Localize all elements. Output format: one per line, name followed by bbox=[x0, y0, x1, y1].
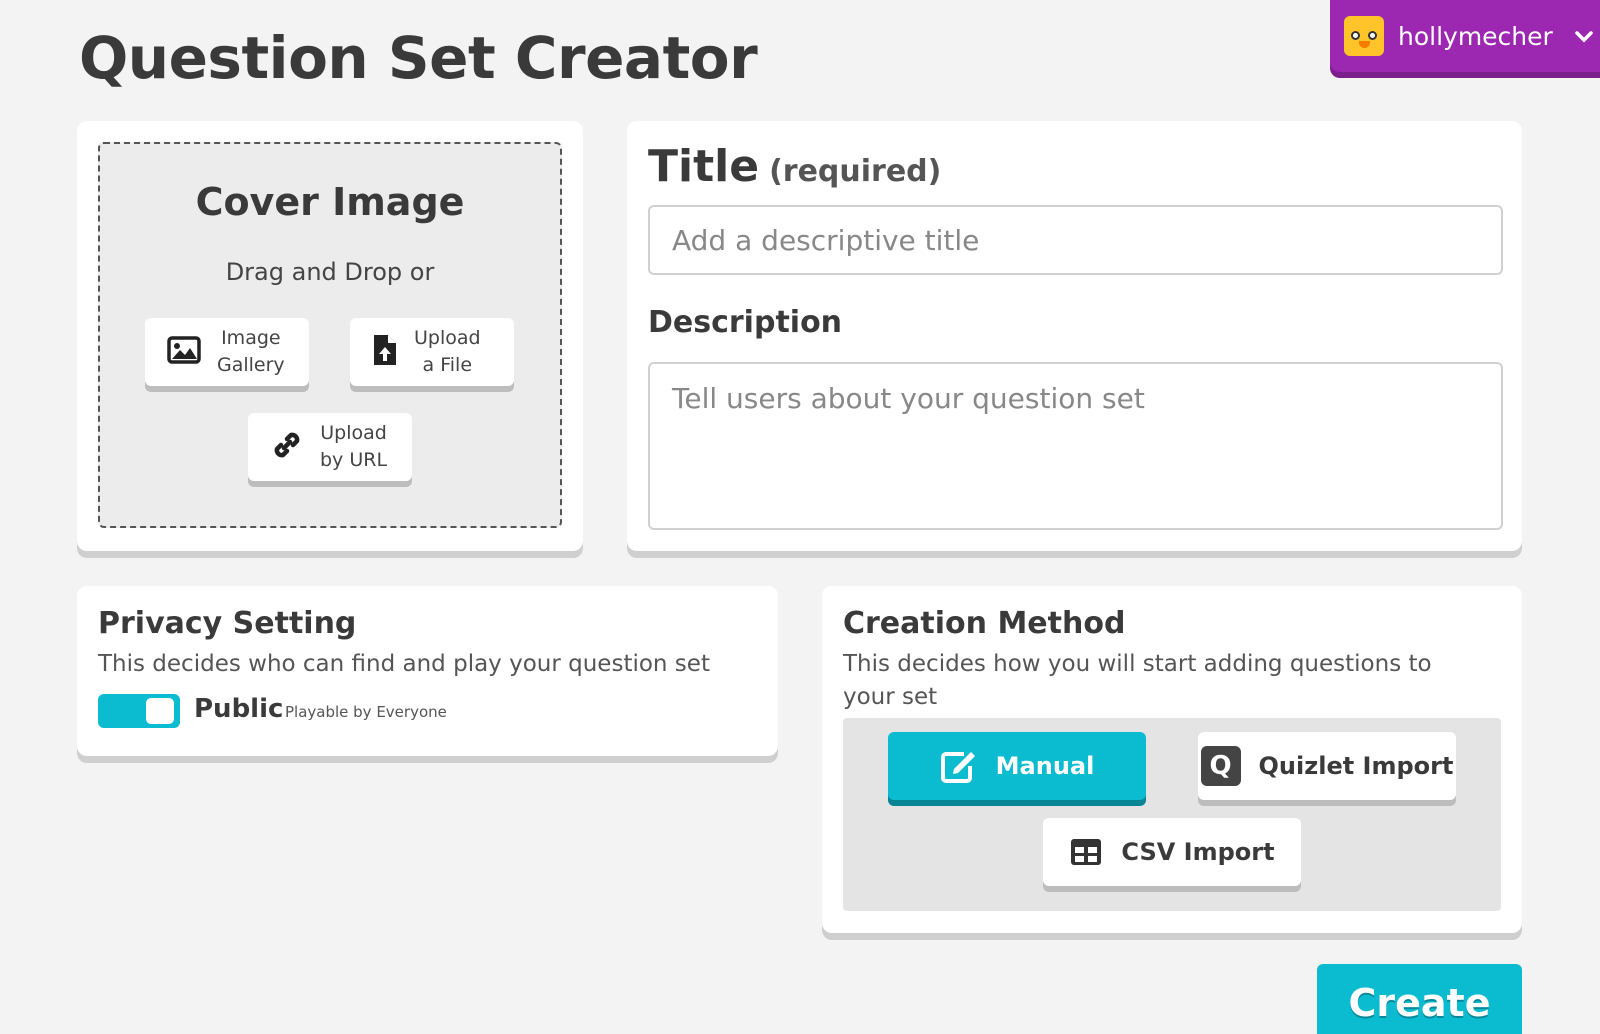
manual-label: Manual bbox=[995, 752, 1095, 780]
table-icon bbox=[1069, 837, 1103, 867]
title-input[interactable] bbox=[648, 205, 1503, 275]
cover-image-subtitle: Drag and Drop or bbox=[225, 258, 435, 286]
file-upload-icon bbox=[372, 333, 398, 371]
image-gallery-button[interactable]: Image Gallery bbox=[145, 318, 309, 386]
description-input[interactable] bbox=[648, 362, 1503, 530]
creation-method-options: Manual Q Quizlet Import CSV Import bbox=[843, 718, 1501, 911]
creation-method-description: This decides how you will start adding q… bbox=[843, 651, 1432, 710]
avatar bbox=[1344, 16, 1384, 56]
csv-import-label: CSV Import bbox=[1121, 838, 1275, 866]
privacy-option-subtext: Playable by Everyone bbox=[285, 703, 447, 721]
chevron-down-icon[interactable] bbox=[1575, 24, 1593, 48]
cover-image-card: Cover Image Drag and Drop or Image Galle… bbox=[77, 121, 583, 551]
edit-icon bbox=[940, 748, 978, 784]
cover-image-title: Cover Image bbox=[195, 180, 465, 224]
privacy-description: This decides who can find and play your … bbox=[98, 651, 710, 677]
privacy-toggle[interactable] bbox=[98, 694, 180, 728]
toggle-knob bbox=[146, 698, 174, 724]
manual-button[interactable]: Manual bbox=[888, 732, 1146, 800]
create-button[interactable]: Create bbox=[1317, 964, 1522, 1034]
upload-file-label: Upload a File bbox=[414, 327, 481, 376]
privacy-heading: Privacy Setting bbox=[98, 606, 357, 641]
privacy-option-label: Public bbox=[194, 694, 284, 724]
user-menu[interactable]: hollymecher bbox=[1330, 0, 1600, 72]
details-card: Title (required) Description bbox=[627, 121, 1522, 551]
title-required-text: (required) bbox=[769, 154, 942, 189]
creation-method-card: Creation Method This decides how you wil… bbox=[822, 586, 1522, 933]
quizlet-import-label: Quizlet Import bbox=[1258, 752, 1454, 780]
csv-import-button[interactable]: CSV Import bbox=[1043, 818, 1301, 886]
upload-url-label: Upload by URL bbox=[320, 422, 388, 471]
quizlet-icon: Q bbox=[1200, 746, 1241, 786]
upload-url-button[interactable]: Upload by URL bbox=[248, 413, 412, 481]
user-name: hollymecher bbox=[1398, 21, 1553, 51]
cover-image-dropzone[interactable]: Cover Image Drag and Drop or Image Galle… bbox=[98, 142, 562, 528]
upload-file-button[interactable]: Upload a File bbox=[350, 318, 514, 386]
title-label-text: Title bbox=[648, 141, 760, 192]
image-icon bbox=[167, 336, 201, 368]
page-title: Question Set Creator bbox=[79, 24, 758, 92]
quizlet-import-button[interactable]: Q Quizlet Import bbox=[1198, 732, 1456, 800]
privacy-card: Privacy Setting This decides who can fin… bbox=[77, 586, 778, 756]
link-icon bbox=[270, 428, 304, 466]
creation-method-heading: Creation Method bbox=[843, 606, 1126, 641]
title-label: Title (required) bbox=[648, 141, 941, 192]
image-gallery-label: Image Gallery bbox=[217, 327, 285, 376]
description-label: Description bbox=[648, 305, 843, 340]
